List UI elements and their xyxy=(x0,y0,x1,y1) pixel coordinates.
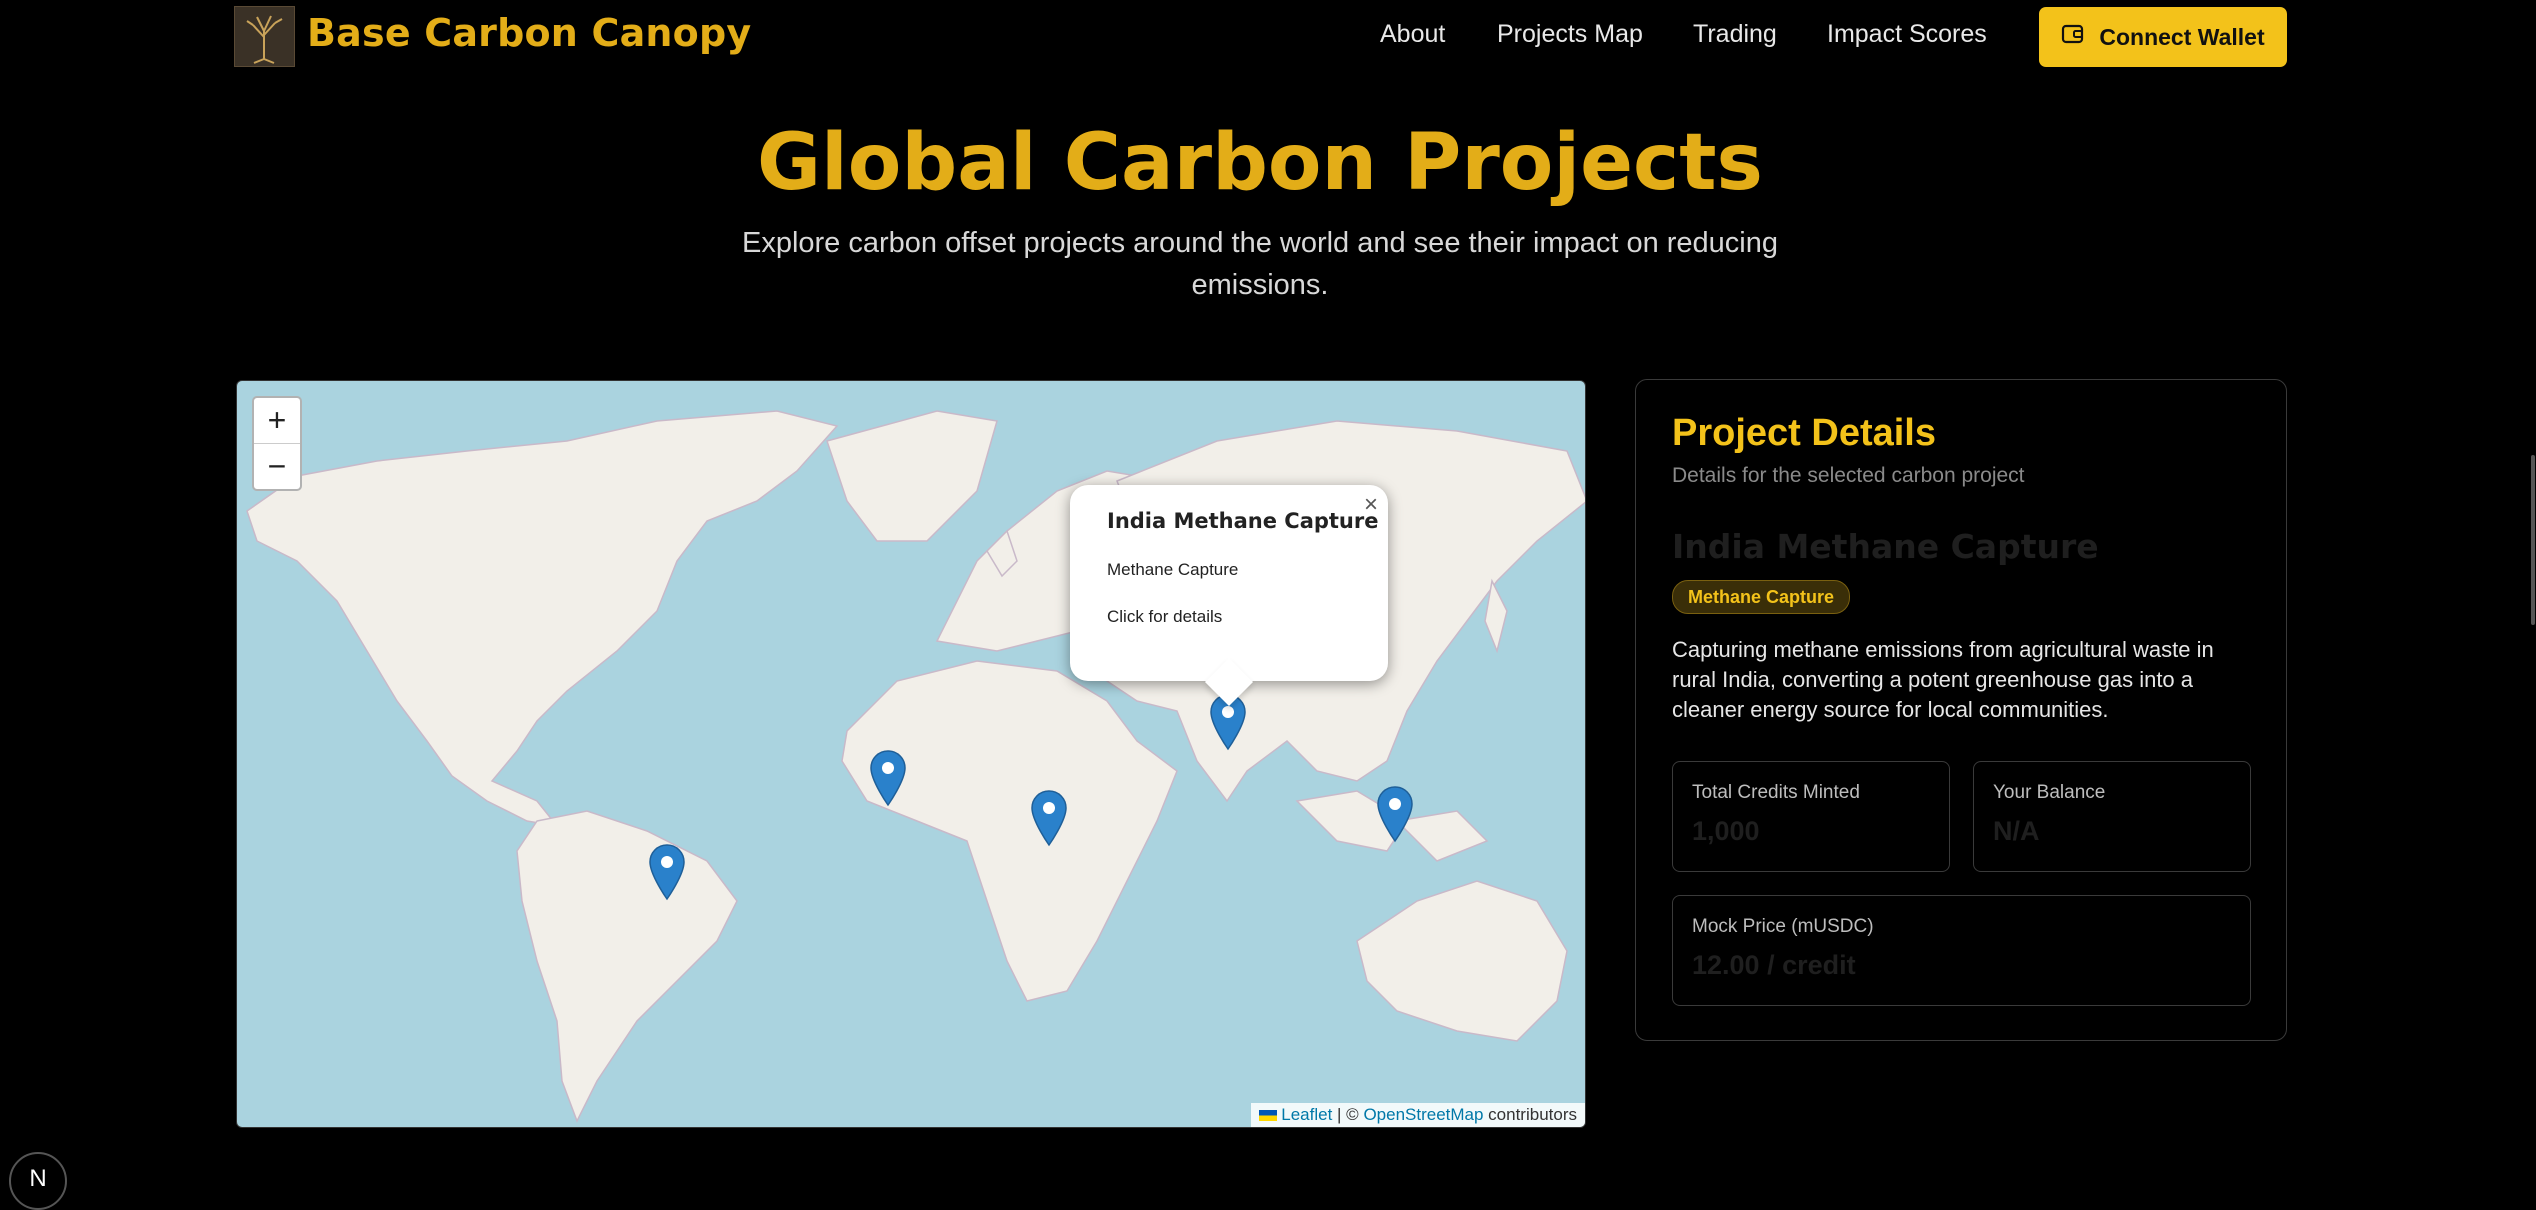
page-scrollbar[interactable] xyxy=(2531,455,2535,625)
stat-total-credits: Total Credits Minted 1,000 xyxy=(1672,761,1950,872)
nav-impact-scores[interactable]: Impact Scores xyxy=(1827,20,1987,49)
tree-roots-icon[interactable] xyxy=(234,6,295,67)
map-popup[interactable]: India Methane Capture Methane Capture Cl… xyxy=(1070,485,1388,681)
stat-your-balance: Your Balance N/A xyxy=(1973,761,2251,872)
popup-type: Methane Capture xyxy=(1107,560,1239,579)
dev-tools-badge[interactable]: N xyxy=(9,1152,67,1210)
map-pin-icon[interactable] xyxy=(648,843,686,901)
brand-name[interactable]: Base Carbon Canopy xyxy=(307,11,751,55)
osm-link[interactable]: OpenStreetMap xyxy=(1363,1105,1483,1124)
project-name: India Methane Capture xyxy=(1672,527,2099,566)
connect-wallet-button[interactable]: Connect Wallet xyxy=(2039,7,2287,67)
wallet-icon xyxy=(2061,23,2085,51)
nav-projects-map[interactable]: Projects Map xyxy=(1497,20,1643,49)
zoom-out-button[interactable]: − xyxy=(254,443,300,489)
page-title: Global Carbon Projects xyxy=(757,118,1763,208)
stat-value: 1,000 xyxy=(1692,816,1760,846)
map-pin-icon[interactable] xyxy=(869,749,907,807)
map-pin-icon[interactable] xyxy=(1030,789,1068,847)
stat-value: N/A xyxy=(1993,816,2040,846)
ukraine-flag-icon xyxy=(1259,1110,1278,1122)
popup-details-link[interactable]: Click for details xyxy=(1107,607,1222,627)
zoom-in-button[interactable]: + xyxy=(254,398,300,443)
project-type-badge: Methane Capture xyxy=(1672,580,1851,614)
stat-value: 12.00 / credit xyxy=(1692,950,1856,980)
stat-label: Total Credits Minted xyxy=(1692,782,1860,803)
attribution-suffix: contributors xyxy=(1483,1105,1577,1124)
panel-title: Project Details xyxy=(1672,412,1936,454)
panel-subtitle: Details for the selected carbon project xyxy=(1672,464,2025,487)
stat-label: Your Balance xyxy=(1993,782,2106,803)
project-description: Capturing methane emissions from agricul… xyxy=(1672,637,2214,722)
site-header: Base Carbon Canopy About Projects Map Tr… xyxy=(0,0,2536,75)
connect-wallet-label: Connect Wallet xyxy=(2099,23,2265,50)
nav-trading[interactable]: Trading xyxy=(1693,20,1777,49)
popup-title: India Methane Capture xyxy=(1107,509,1379,533)
page-subtitle: Explore carbon offset projects around th… xyxy=(741,227,1778,301)
stat-mock-price: Mock Price (mUSDC) 12.00 / credit xyxy=(1672,895,2251,1006)
zoom-control: + − xyxy=(252,396,302,491)
attribution-separator: | © xyxy=(1332,1105,1364,1124)
close-icon[interactable]: × xyxy=(1364,491,1378,519)
map-attribution: Leaflet | © OpenStreetMap contributors xyxy=(1251,1103,1585,1127)
map-pin-icon[interactable] xyxy=(1376,785,1414,843)
leaflet-link[interactable]: Leaflet xyxy=(1281,1105,1332,1124)
project-details-panel: Project Details Details for the selected… xyxy=(1635,379,2287,1041)
stat-label: Mock Price (mUSDC) xyxy=(1692,916,1874,937)
projects-map[interactable]: + − India Methane Capture Methane Captur… xyxy=(236,380,1586,1128)
nav-about[interactable]: About xyxy=(1380,20,1445,49)
